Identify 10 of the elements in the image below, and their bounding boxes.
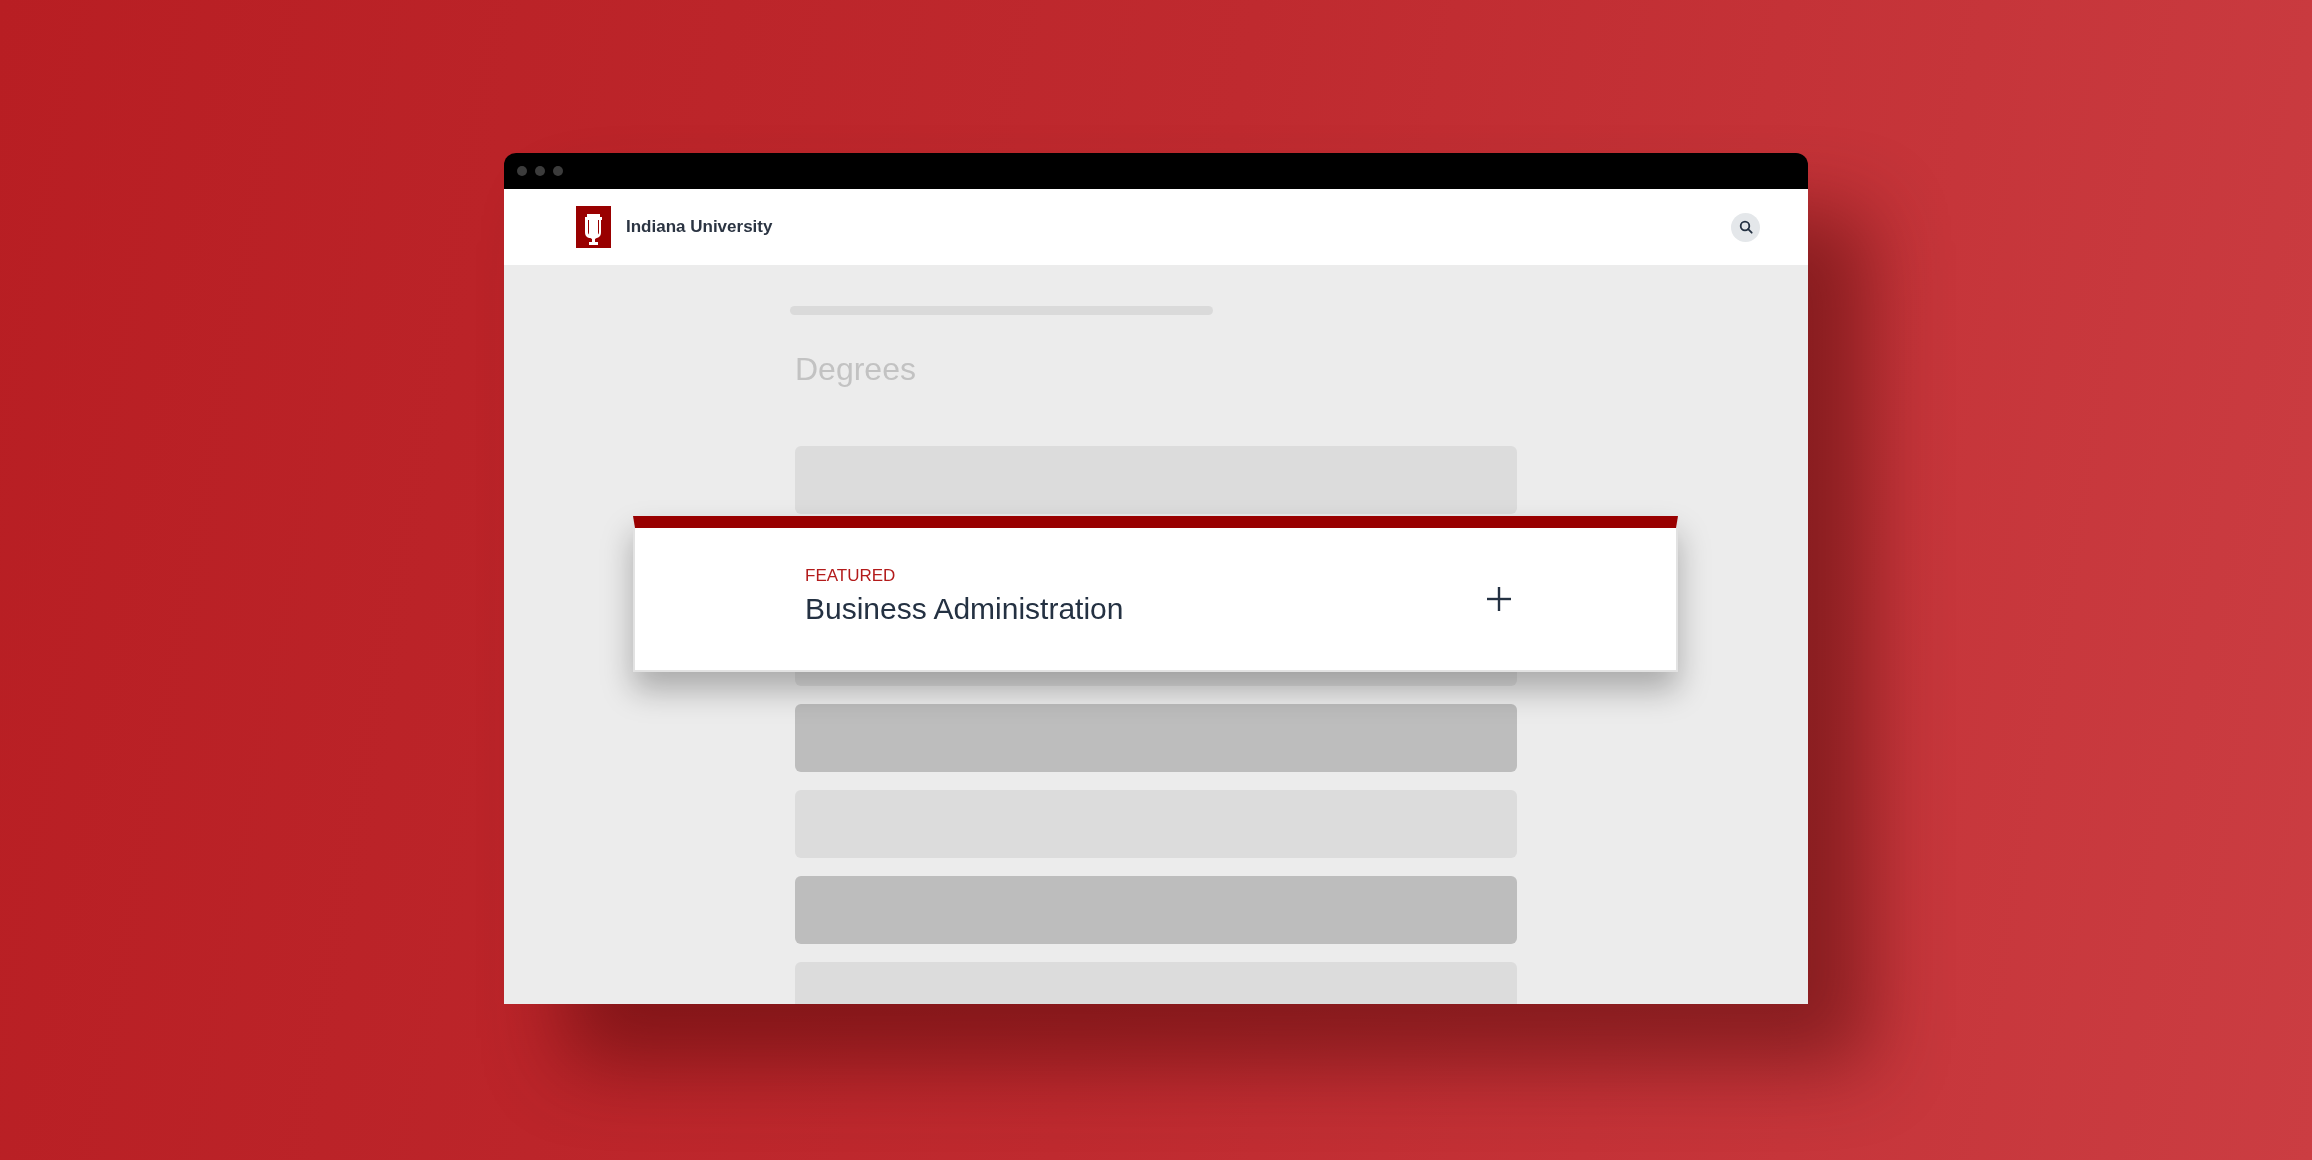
window-dot-icon[interactable]	[553, 166, 563, 176]
search-button[interactable]	[1731, 212, 1760, 242]
window-dot-icon[interactable]	[517, 166, 527, 176]
window-dot-icon[interactable]	[535, 166, 545, 176]
plus-icon	[1486, 586, 1512, 612]
search-icon	[1738, 220, 1753, 234]
trident-logo-icon[interactable]	[576, 206, 611, 248]
site-name[interactable]: Indiana University	[626, 217, 1716, 237]
featured-label: FEATURED	[805, 566, 896, 586]
degree-title: Business Administration	[805, 592, 1124, 626]
